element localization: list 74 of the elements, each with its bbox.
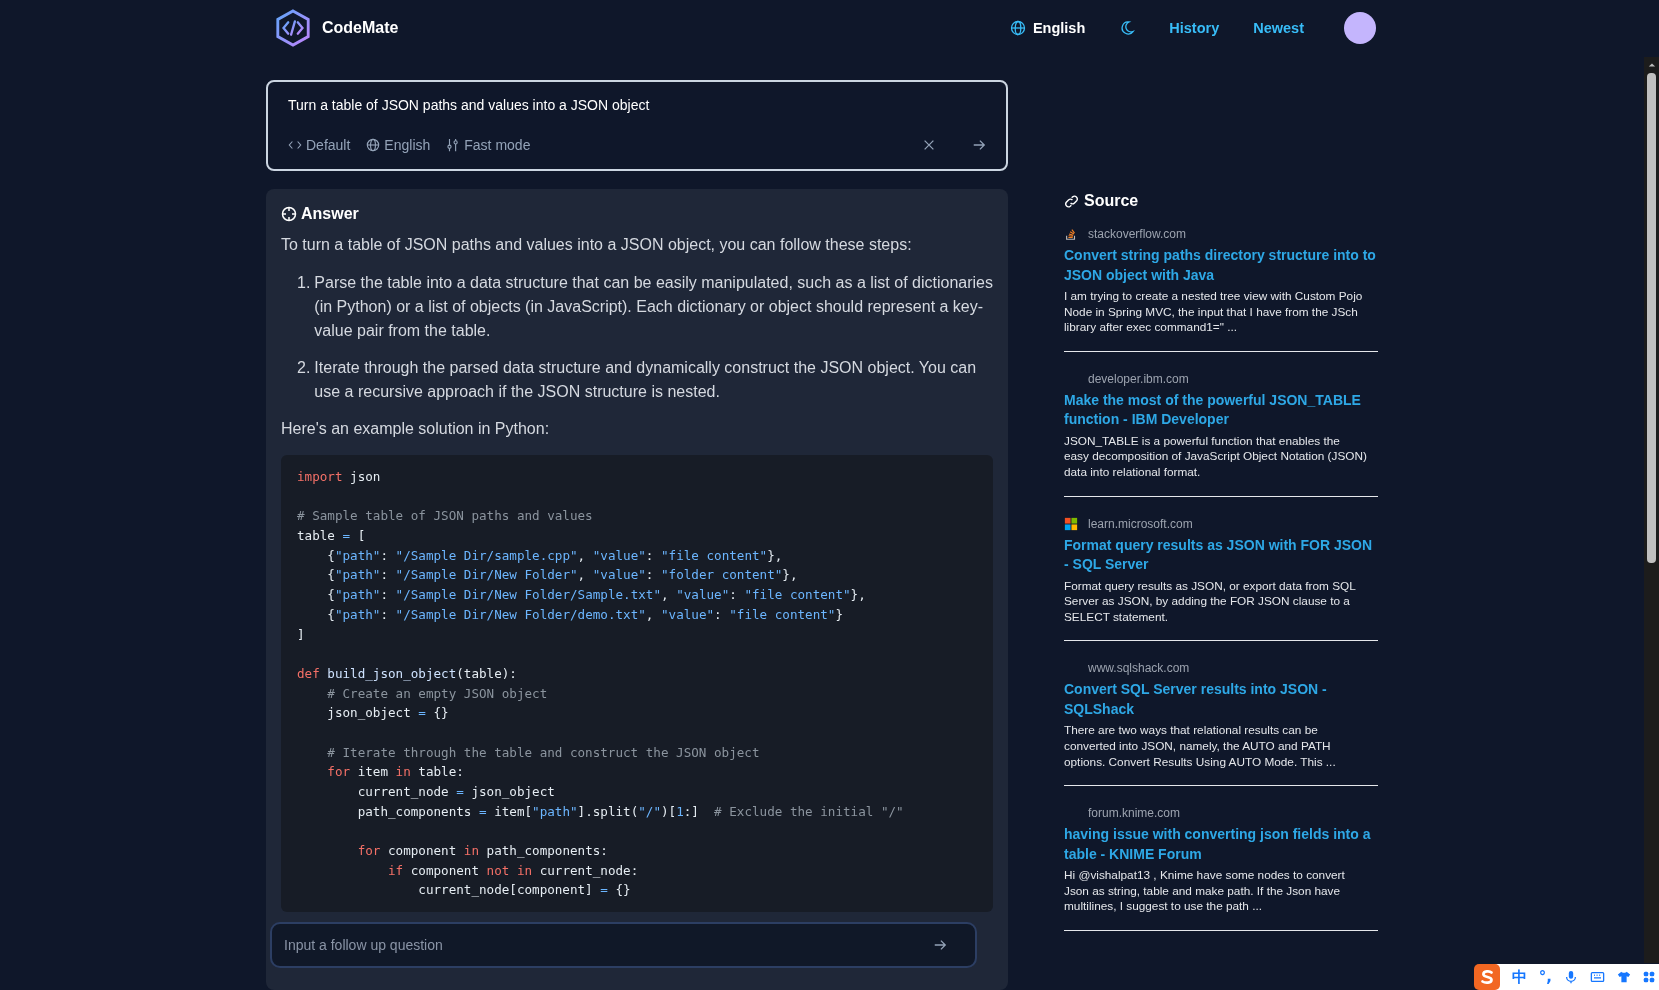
keyboard-icon[interactable] bbox=[1590, 970, 1605, 984]
scrollbar-thumb[interactable] bbox=[1647, 73, 1656, 563]
code-line: current_node = json_object bbox=[356, 783, 556, 801]
nav-link[interactable]: History bbox=[1169, 19, 1220, 36]
source-link[interactable]: Convert string paths directory structure into to JSON object with Java bbox=[1064, 246, 1378, 285]
step-text: Parse the table into a data structure that can be easily manipulated, such as a list of dictionaries (in Python) or a list of objects (in JavaScript). Each dictionary or object should represent a key-value pair from the table. bbox=[314, 273, 993, 341]
code-line: # Iterate through the table and construct the JSON object bbox=[326, 743, 761, 762]
link-icon bbox=[1064, 193, 1079, 209]
source-snippet: There are two ways that relational results can be converted into JSON, namely, the AUTO and PATH options. Convert Results Using AUTO Mode. This ... bbox=[1064, 723, 1337, 771]
moon-icon[interactable] bbox=[1119, 19, 1136, 36]
shirt-icon[interactable] bbox=[1617, 970, 1631, 984]
crosshair-icon bbox=[281, 206, 297, 222]
source-domain: developer.ibm.com bbox=[1088, 371, 1189, 386]
code-line: json_object = {} bbox=[326, 704, 450, 723]
source-domain: learn.microsoft.com bbox=[1088, 516, 1193, 531]
answer-text: Here's an example solution in Python: bbox=[281, 419, 551, 439]
ime-logo-icon[interactable] bbox=[1473, 964, 1500, 990]
answer-text: To turn a table of JSON paths and values into a JSON object, you can follow these steps: bbox=[281, 235, 913, 255]
source-snippet: I am trying to create a nested tree view with Custom Pojo Node in Spring MVC, the input that I have from the JSch library after exec command1=" ... bbox=[1064, 289, 1364, 336]
source-title: Source bbox=[1084, 192, 1139, 210]
logo-icon bbox=[274, 8, 312, 47]
grid-icon[interactable] bbox=[1643, 970, 1655, 984]
code-line: path_components = item["path"].split("/")[1:] # Exclude the initial "/" bbox=[356, 802, 905, 821]
ime-punctuation[interactable]: °, bbox=[1538, 968, 1552, 986]
scrollbar[interactable] bbox=[1644, 57, 1659, 963]
code-line: ] bbox=[297, 625, 306, 644]
code-line: {"path": "/Sample Dir/New Folder/Sample.txt", "value": "file content"}, bbox=[326, 586, 867, 605]
source-link[interactable]: Format query results as JSON with FOR JSON - SQL Server bbox=[1064, 535, 1378, 575]
arrow-right-icon[interactable] bbox=[972, 138, 986, 152]
source-link[interactable]: Make the most of the powerful JSON_TABLE function - IBM Developer bbox=[1064, 390, 1378, 430]
search-box[interactable]: Turn a table of JSON paths and values into a JSON object Default English Fast mode bbox=[266, 80, 1008, 171]
source-link[interactable]: having issue with converting json fields into a table - KNIME Forum bbox=[1064, 825, 1378, 865]
code-line: {"path": "/Sample Dir/New Folder/demo.txt", "value": "file content"} bbox=[326, 605, 844, 624]
microphone-icon[interactable] bbox=[1564, 970, 1578, 984]
code-line: for item in table: bbox=[326, 763, 465, 782]
source-snippet: JSON_TABLE is a powerful function that enables the easy decomposition of JavaScript Object Notation (JSON) data into relational format. bbox=[1064, 433, 1368, 481]
ime-mode[interactable]: 中 bbox=[1511, 967, 1527, 987]
source-snippet: Hi @vishalpat13 , Knime have some nodes to convert Json as string, table and make path. If the Json have multilines, I suggest to use the path ... bbox=[1064, 868, 1346, 915]
code-line: def build_json_object(table): bbox=[297, 664, 518, 683]
stack-icon bbox=[1064, 227, 1078, 241]
code-line: # Sample table of JSON paths and values bbox=[297, 507, 594, 526]
option-button[interactable]: English bbox=[366, 137, 431, 153]
answer-title: Answer bbox=[301, 205, 359, 223]
source-link[interactable]: Convert SQL Server results into JSON - SQLShack bbox=[1064, 680, 1378, 720]
globe-icon bbox=[366, 138, 381, 152]
code-line: {"path": "/Sample Dir/sample.cpp", "value": "file content"}, bbox=[326, 546, 784, 565]
avatar[interactable] bbox=[1344, 11, 1376, 44]
option-button[interactable]: Default bbox=[288, 137, 351, 153]
follow-up-input[interactable]: Input a follow up question bbox=[270, 922, 977, 968]
option-button[interactable]: Fast mode bbox=[446, 137, 531, 153]
code-line: {"path": "/Sample Dir/New Folder", "value": "folder content"}, bbox=[326, 566, 799, 585]
source-domain: www.sqlshack.com bbox=[1088, 661, 1190, 676]
source-snippet: Format query results as JSON, or export data from SQL Server as JSON, by adding the FOR JSON clause to a SELECT statement. bbox=[1064, 578, 1357, 626]
source-domain: stackoverflow.com bbox=[1088, 227, 1187, 241]
close-icon[interactable] bbox=[922, 138, 936, 152]
brand-name: CodeMate bbox=[322, 18, 399, 37]
scroll-up-icon[interactable] bbox=[1647, 61, 1656, 69]
code-line: # Create an empty JSON object bbox=[326, 684, 549, 703]
code-line: if component not in current_node: bbox=[387, 861, 640, 880]
step-number: 2. bbox=[297, 358, 311, 378]
sliders-icon bbox=[446, 138, 461, 152]
globe-icon bbox=[1009, 19, 1026, 36]
code-line: import json bbox=[297, 468, 382, 486]
source-domain: forum.knime.com bbox=[1088, 806, 1181, 821]
language-button[interactable]: English bbox=[1009, 19, 1086, 36]
code-line: current_node[component] = {} bbox=[417, 881, 632, 900]
code-line: table = [ bbox=[297, 527, 367, 546]
nav-link[interactable]: Newest bbox=[1253, 19, 1304, 36]
arrow-right-icon[interactable] bbox=[933, 938, 947, 952]
code-line: for component in path_components: bbox=[356, 842, 609, 861]
step-text: Iterate through the parsed data structure and dynamically construct the JSON object. You can use a recursive approach if the JSON structure is nested. bbox=[314, 358, 978, 402]
step-number: 1. bbox=[297, 273, 311, 293]
query-text: Turn a table of JSON paths and values into a JSON object bbox=[288, 97, 651, 113]
windows-icon bbox=[1064, 516, 1078, 531]
